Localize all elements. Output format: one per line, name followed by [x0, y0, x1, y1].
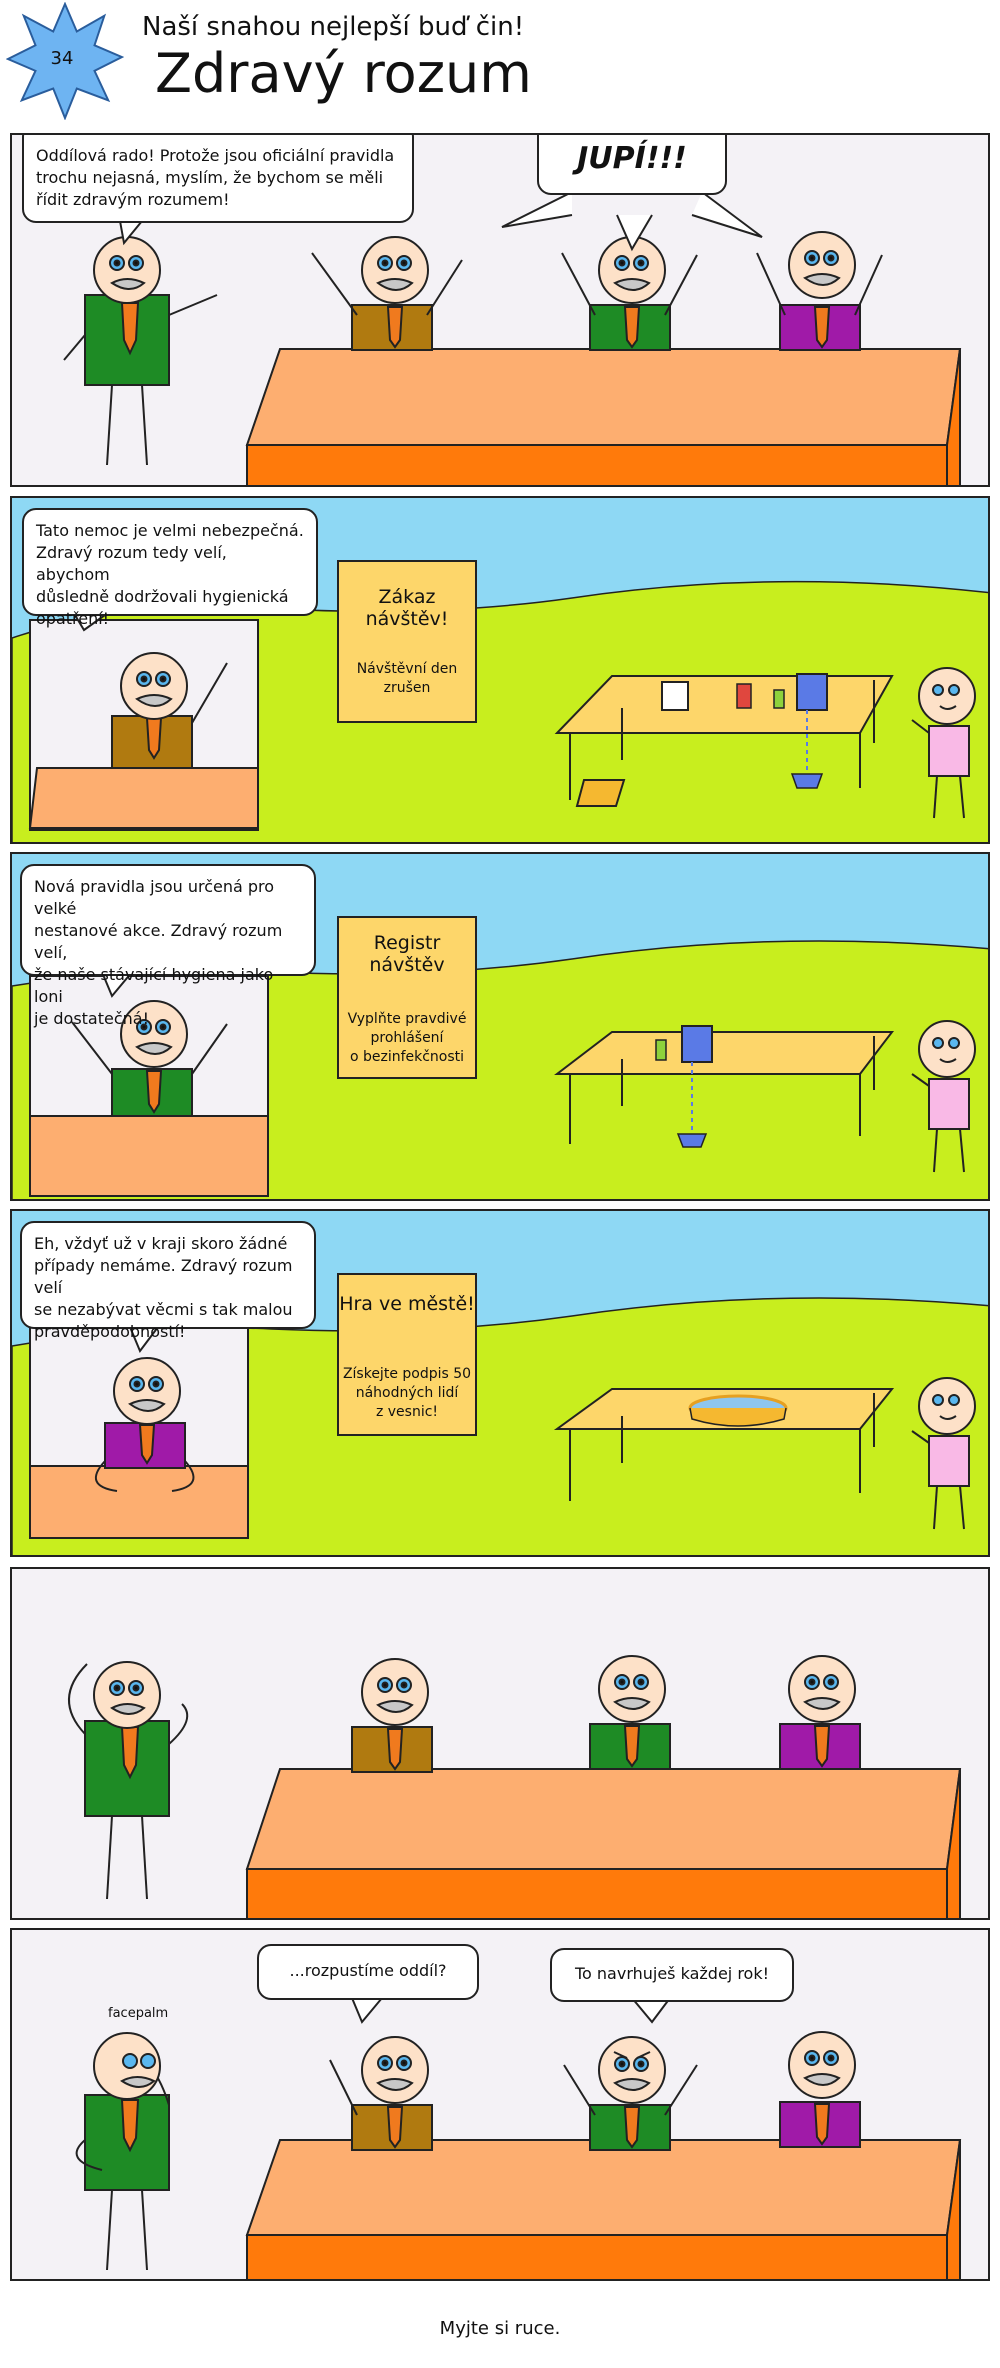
sign-town-game: Hra ve městě! Získejte podpis 50 náhodný… — [337, 1273, 477, 1436]
panel-1: Oddílová rado! Protože jsou oficiální pr… — [10, 133, 990, 487]
footer-caption: Myjte si ruce. — [439, 2318, 561, 2339]
panel-3: Nová pravidla jsou určená pro velké nest… — [10, 852, 990, 1201]
motto: Naší snahou nejlepší buď čin! — [142, 12, 525, 42]
panel-5-scene — [68, 1655, 962, 1918]
sign-text: Získejte podpis 50 náhodných lidí z vesn… — [342, 1366, 472, 1420]
panel-6-scene — [75, 1997, 962, 2279]
panel-6: facepalm ...rozpustíme oddíl? To navrhuj… — [10, 1928, 990, 2281]
sign-no-visits: Zákaz návštěv! Návštěvní den zrušen — [337, 560, 477, 723]
kid-purple — [756, 231, 883, 351]
speech-bubble-hygiene: Tato nemoc je velmi nebezpečná. Zdravý r… — [22, 508, 318, 628]
sign-text: Vyplňte pravdivé prohlášení o bezinfekčn… — [347, 1011, 467, 1065]
sign-visitor-register: Registr návštěv Vyplňte pravdivé prohláš… — [337, 916, 477, 1079]
speech-bubble-every-year: To navrhuješ každej rok! — [550, 1948, 794, 2002]
sign-title: Zákaz návštěv! — [365, 586, 449, 630]
leader-character — [63, 236, 218, 466]
kid-green — [561, 236, 698, 351]
speech-bubble-jupi: JUPÍ!!! — [537, 135, 727, 195]
strip-number: 34 — [50, 48, 74, 69]
comic-title: Zdravý rozum — [155, 42, 532, 105]
panel-4: Eh, vždyť už v kraji skoro žádné případy… — [10, 1209, 990, 1557]
sign-text: Návštěvní den zrušen — [356, 661, 458, 696]
sign-title: Hra ve městě! — [339, 1293, 475, 1315]
facepalm-label: facepalm — [108, 2006, 169, 2021]
speech-bubble-leader-rule: Oddílová rado! Protože jsou oficiální pr… — [22, 135, 414, 223]
kid-brown — [311, 236, 463, 351]
header: 34 Naší snahou nejlepší buď čin! Zdravý … — [0, 0, 1000, 125]
speech-bubble-rules: Nová pravidla jsou určená pro velké nest… — [20, 864, 316, 1028]
speech-bubble-low-risk: Eh, vždyť už v kraji skoro žádné případy… — [20, 1221, 316, 1341]
sign-title: Registr návštěv — [369, 932, 445, 976]
speech-bubble-disband: ...rozpustíme oddíl? — [257, 1944, 479, 2000]
panel-2: Tato nemoc je velmi nebezpečná. Zdravý r… — [10, 496, 990, 844]
panel-5 — [10, 1567, 990, 1920]
